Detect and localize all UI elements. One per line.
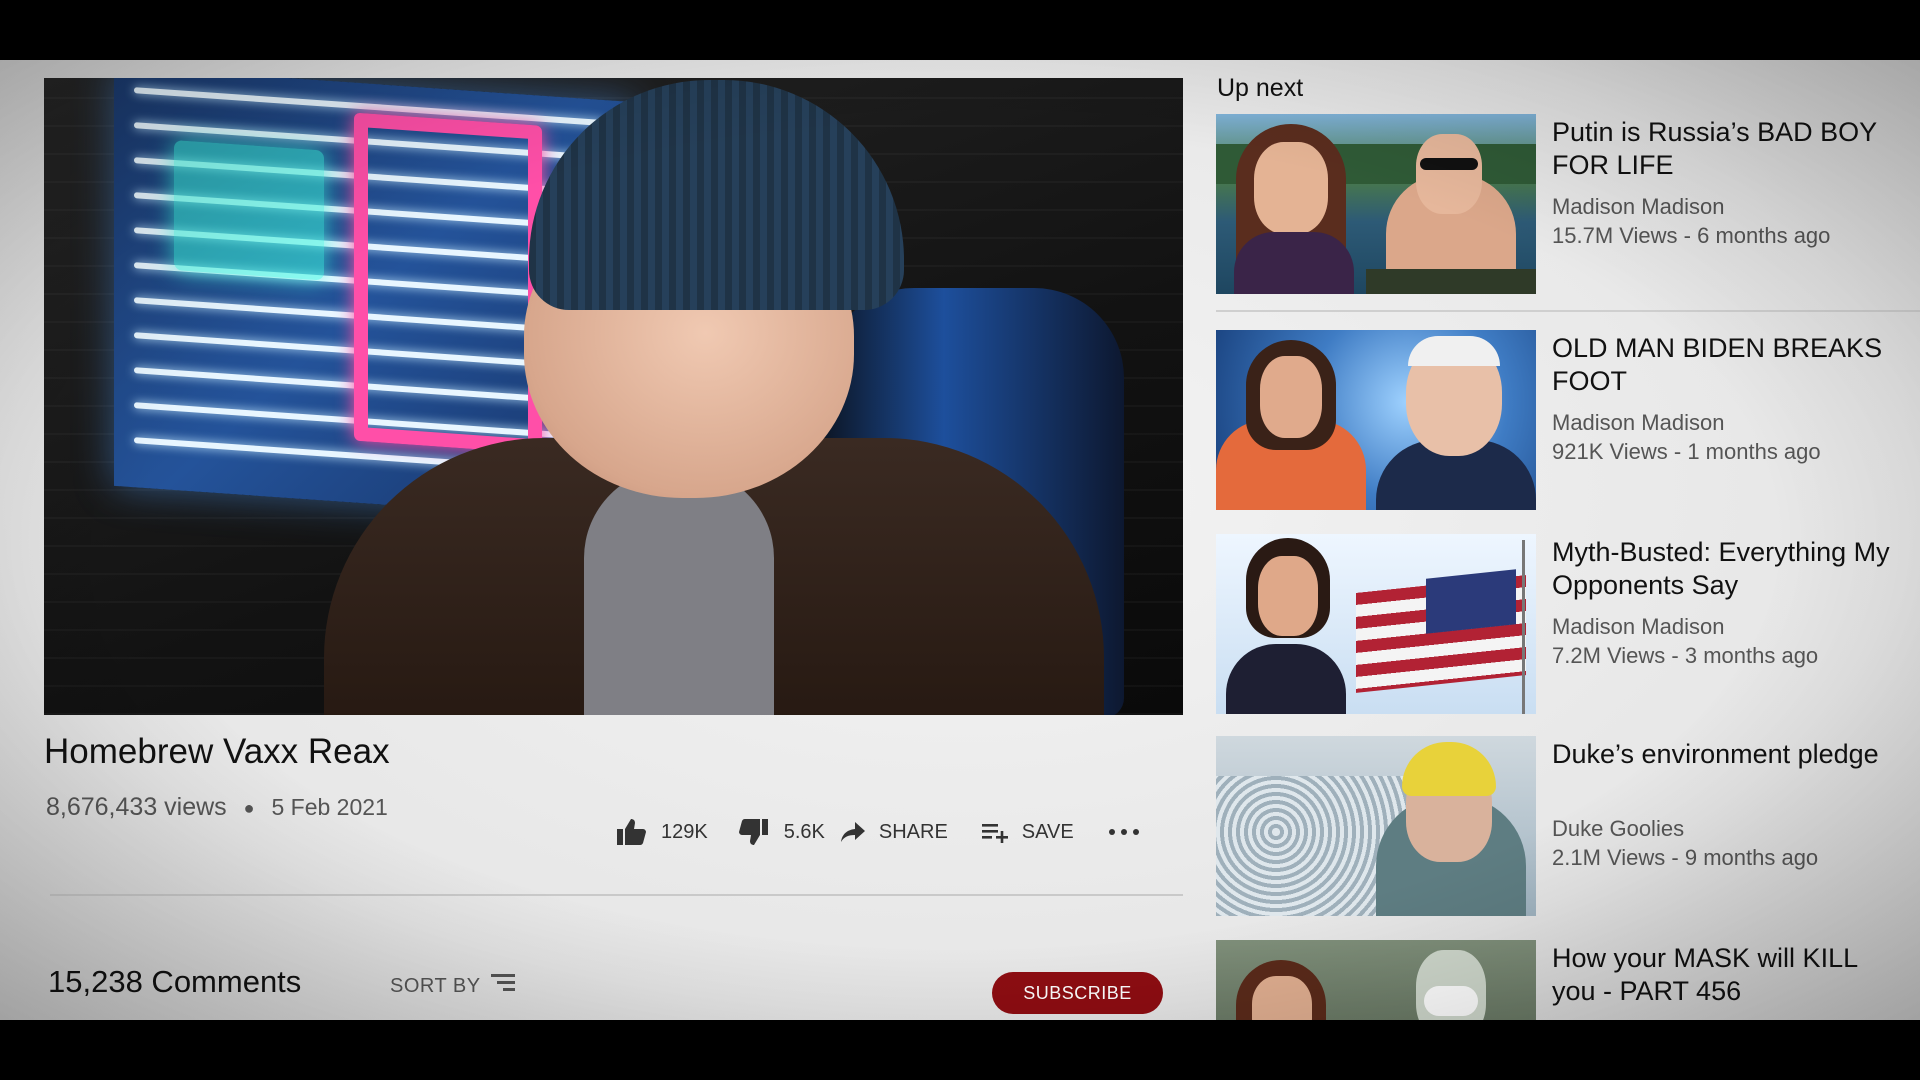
recommended-channel[interactable]: Madison Madison [1552,410,1724,436]
video-title: Homebrew Vaxx Reax [44,732,390,771]
meta-separator: ● [243,797,255,818]
share-icon [839,820,867,844]
video-player[interactable] [44,78,1183,715]
video-thumbnail[interactable] [1216,940,1536,1020]
upload-date: 5 Feb 2021 [271,794,388,820]
thumbs-up-icon [615,817,647,847]
like-button[interactable]: 129K [615,817,708,847]
person-shirt [584,468,774,715]
recommended-video[interactable]: Putin is Russia’s BAD BOY FOR LIFE Madis… [1216,114,1896,296]
share-label: SHARE [878,820,948,843]
recommended-video[interactable]: Myth-Busted: Everything My Opponents Say… [1216,534,1896,716]
video-thumbnail[interactable] [1216,114,1536,294]
comments-count: 15,238 Comments [48,964,302,999]
subscribe-button[interactable]: SUBSCRIBE [992,972,1163,1014]
video-meta: 8,676,433 views ● 5 Feb 2021 [46,793,388,822]
video-thumbnail[interactable] [1216,736,1536,916]
video-actions: 129K 5.6K SHARE SAVE [615,812,1140,852]
youtube-page: Homebrew Vaxx Reax 8,676,433 views ● 5 F… [0,60,1920,1020]
sort-icon [489,972,517,1000]
thumbs-down-icon [738,817,770,847]
recommended-channel[interactable]: Duke Goolies [1552,816,1684,842]
sidebar-divider [1216,310,1920,312]
playlist-add-icon [980,820,1010,844]
dislike-count: 5.6K [783,820,825,843]
content-divider [50,894,1183,896]
recommended-title[interactable]: Duke’s environment pledge [1552,738,1892,771]
recommended-title[interactable]: OLD MAN BIDEN BREAKS FOOT [1552,332,1892,398]
recommended-stats: 15.7M Views - 6 months ago [1552,223,1831,248]
recommended-title[interactable]: Myth-Busted: Everything My Opponents Say [1552,536,1892,602]
recommended-stats: 7.2M Views - 3 months ago [1552,643,1819,668]
recommended-title[interactable]: How your MASK will KILL you - PART 456 [1552,942,1892,1008]
letterbox-bottom [0,1020,1920,1080]
recommended-title[interactable]: Putin is Russia’s BAD BOY FOR LIFE [1552,116,1892,182]
recommended-channel[interactable]: Madison Madison [1552,614,1724,640]
sort-by-button[interactable]: SORT BY [390,972,517,1000]
sort-label: SORT BY [390,974,481,997]
more-actions-button[interactable] [1108,827,1140,837]
letterbox-top [0,0,1920,60]
save-label: SAVE [1021,820,1074,843]
up-next-heading: Up next [1217,74,1304,102]
recommended-stats: 2.1M Views - 9 months ago [1552,845,1819,870]
more-icon [1108,827,1140,837]
recommended-video[interactable]: Duke’s environment pledge Duke Goolies 2… [1216,736,1896,918]
video-thumbnail[interactable] [1216,534,1536,714]
dislike-button[interactable]: 5.6K [738,817,825,847]
recommended-video[interactable]: How your MASK will KILL you - PART 456 [1216,940,1896,1020]
save-button[interactable]: SAVE [980,820,1074,844]
share-button[interactable]: SHARE [839,820,948,844]
like-count: 129K [661,820,708,843]
recommended-video[interactable]: OLD MAN BIDEN BREAKS FOOT Madison Madiso… [1216,330,1896,512]
view-count: 8,676,433 views [46,793,227,821]
recommended-stats: 921K Views - 1 months ago [1552,439,1821,464]
recommended-channel[interactable]: Madison Madison [1552,194,1724,220]
video-thumbnail[interactable] [1216,330,1536,510]
